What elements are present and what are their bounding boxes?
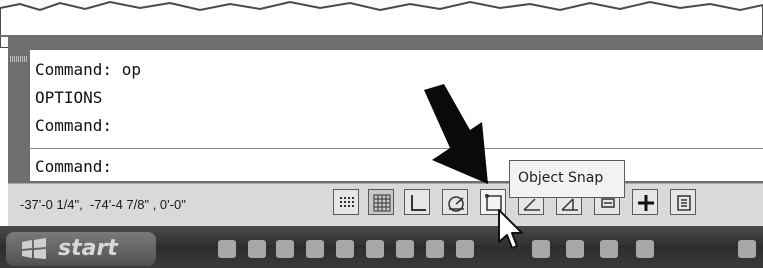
lineweight-button[interactable] — [632, 189, 658, 215]
quicklaunch-app-icon[interactable] — [426, 240, 444, 258]
start-button[interactable]: start — [6, 232, 156, 266]
quicklaunch-app-icon[interactable] — [396, 240, 414, 258]
windows-logo-icon — [22, 238, 46, 259]
polar-icon — [448, 196, 464, 212]
quicklaunch-app-icon[interactable] — [532, 240, 550, 258]
polar-tracking-button[interactable] — [442, 189, 468, 215]
quicklaunch-app-icon[interactable] — [248, 240, 266, 258]
quicklaunch-app-icon[interactable] — [366, 240, 384, 258]
quicklaunch-app-icon[interactable] — [636, 240, 654, 258]
command-history-line: Command: — [35, 116, 113, 135]
taskbar-app-icon[interactable] — [738, 240, 756, 258]
command-prompt: Command: — [35, 157, 113, 176]
snap-mode-button[interactable] — [333, 189, 359, 215]
ortho-mode-button[interactable] — [404, 189, 430, 215]
grid-display-button[interactable] — [368, 189, 394, 215]
windows-taskbar: start — [0, 226, 763, 268]
command-history-line: Command: op — [35, 60, 141, 79]
command-history-panel: Command: op OPTIONS Command: — [30, 50, 763, 149]
grid-icon — [373, 194, 391, 212]
command-history-line: OPTIONS — [35, 88, 103, 107]
object-snap-tooltip: Object Snap — [509, 160, 625, 198]
command-input-line[interactable]: Command: — [30, 149, 763, 181]
quicklaunch-app-icon[interactable] — [276, 240, 294, 258]
annotation-arrow-icon — [424, 84, 488, 184]
quicklaunch-app-icon[interactable] — [600, 240, 618, 258]
properties-icon — [677, 195, 691, 211]
start-label: start — [58, 236, 118, 261]
quicklaunch-app-icon[interactable] — [456, 240, 474, 258]
plus-icon — [638, 195, 654, 211]
command-window-grip[interactable] — [10, 56, 28, 62]
quicklaunch-search-icon[interactable] — [218, 240, 236, 258]
quicklaunch-app-icon[interactable] — [566, 240, 584, 258]
ortho-icon — [411, 195, 426, 211]
quicklaunch-app-icon[interactable] — [336, 240, 354, 258]
status-bar: -37'-0 1/4", -74'-4 7/8" , 0'-0" — [8, 183, 763, 227]
quicklaunch-app-icon[interactable] — [306, 240, 324, 258]
quick-properties-button[interactable] — [670, 189, 696, 215]
mouse-cursor-icon — [498, 209, 523, 249]
coordinate-readout: -37'-0 1/4", -74'-4 7/8" , 0'-0" — [20, 197, 186, 212]
snap-dots-icon — [340, 197, 354, 207]
